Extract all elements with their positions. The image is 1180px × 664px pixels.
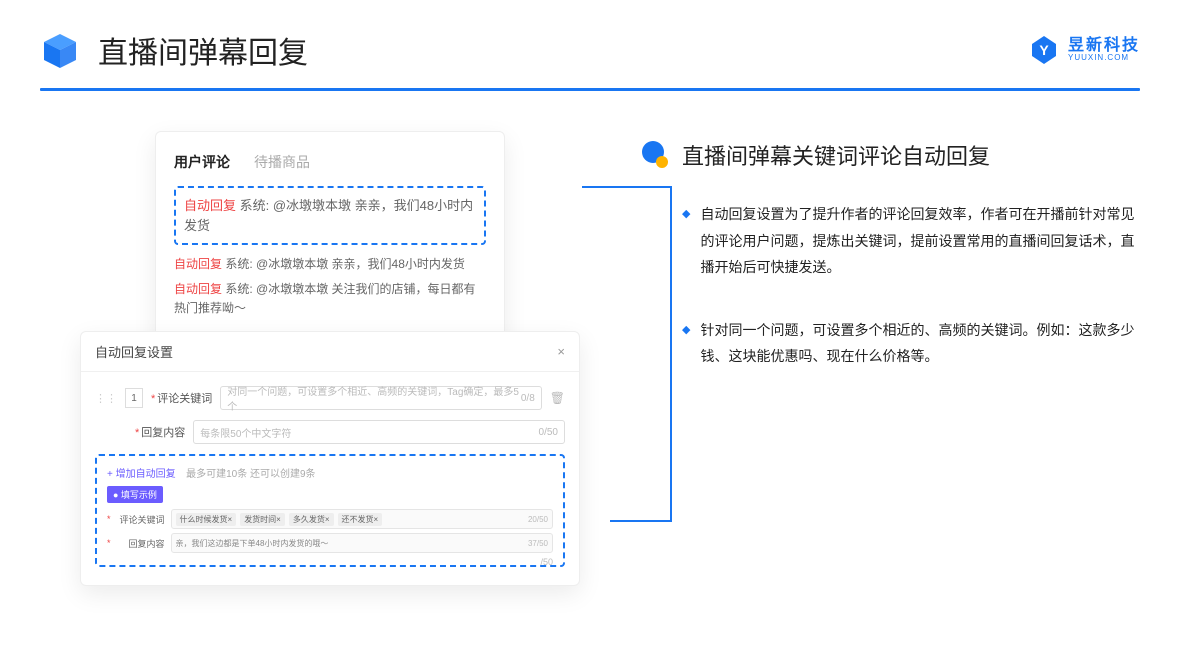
- ex-keyword-label: 评论关键词: [119, 513, 165, 526]
- highlighted-comment: 自动回复 系统: @冰墩墩本墩 亲亲，我们48小时内发货: [174, 186, 486, 245]
- content-label: 回复内容: [141, 427, 185, 439]
- page-title: 直播间弹幕回复: [98, 28, 308, 72]
- tag-chip[interactable]: 多久发货×: [289, 513, 334, 526]
- logo-mark-icon: Y: [1028, 34, 1060, 66]
- logo-cn: 昱新科技: [1068, 38, 1140, 54]
- diamond-icon: ◆: [682, 201, 690, 281]
- section-subtitle: 直播间弹幕关键词评论自动回复: [682, 139, 990, 171]
- diamond-icon: ◆: [682, 317, 690, 370]
- tag-chip[interactable]: 什么时候发货×: [176, 513, 237, 526]
- ex-content-input[interactable]: 亲，我们这边都是下单48小时内发货的哦～ 37/50: [171, 533, 553, 553]
- modal-title: 自动回复设置: [95, 342, 173, 361]
- connector-line: [610, 520, 672, 522]
- auto-reply-tag: 自动回复: [184, 198, 236, 213]
- bullet-item: ◆ 针对同一个问题，可设置多个相近的、高频的关键词。例如：这款多少钱、这块能优惠…: [640, 317, 1140, 370]
- bullet-item: ◆ 自动回复设置为了提升作者的评论回复效率，作者可在开播前针对常见的评论用户问题…: [640, 201, 1140, 281]
- ex-keyword-input[interactable]: 什么时候发货× 发货时间× 多久发货× 还不发货× 20/50: [171, 509, 553, 529]
- brand-logo: Y 昱新科技 YUUXIN.COM: [1028, 34, 1140, 66]
- connector-line: [582, 186, 672, 188]
- comments-card: 用户评论 待播商品 自动回复 系统: @冰墩墩本墩 亲亲，我们48小时内发货 自…: [155, 131, 505, 346]
- order-number: 1: [125, 388, 143, 408]
- drag-handle-icon[interactable]: ⋮⋮: [95, 392, 117, 405]
- close-icon[interactable]: ×: [557, 344, 565, 359]
- auto-reply-settings-modal: 自动回复设置 × ⋮⋮ 1 *评论关键词 对同一个问题，可设置多个相近、高频的关…: [80, 331, 580, 586]
- tag-chip[interactable]: 还不发货×: [338, 513, 383, 526]
- outside-count: /50: [540, 557, 553, 567]
- chat-bubble-icon: [640, 140, 670, 170]
- comment-row: 自动回复 系统: @冰墩墩本墩 亲亲，我们48小时内发货: [174, 255, 486, 274]
- connector-line: [670, 186, 672, 522]
- comment-row: 自动回复 系统: @冰墩墩本墩 关注我们的店铺，每日都有热门推荐呦～: [174, 280, 486, 318]
- tab-pending-goods[interactable]: 待播商品: [254, 152, 310, 172]
- trash-icon[interactable]: 🗑: [550, 391, 565, 405]
- keyword-label: 评论关键词: [157, 393, 212, 405]
- logo-en: YUUXIN.COM: [1068, 54, 1140, 62]
- add-hint: 最多可建10条 还可以创建9条: [186, 469, 315, 480]
- tag-chip[interactable]: 发货时间×: [240, 513, 285, 526]
- example-badge: ● 填写示例: [107, 486, 163, 503]
- cube-icon: [40, 30, 80, 70]
- content-input[interactable]: 每条限50个中文字符 0/50: [193, 420, 565, 444]
- tab-user-comments[interactable]: 用户评论: [174, 152, 230, 172]
- example-section: + 增加自动回复 最多可建10条 还可以创建9条 ● 填写示例 *评论关键词 什…: [95, 454, 565, 567]
- keyword-input[interactable]: 对同一个问题，可设置多个相近、高频的关键词，Tag确定，最多5个 0/8: [220, 386, 541, 410]
- add-auto-reply-link[interactable]: + 增加自动回复: [107, 469, 176, 480]
- ex-content-label: 回复内容: [119, 537, 165, 550]
- svg-text:Y: Y: [1039, 42, 1049, 58]
